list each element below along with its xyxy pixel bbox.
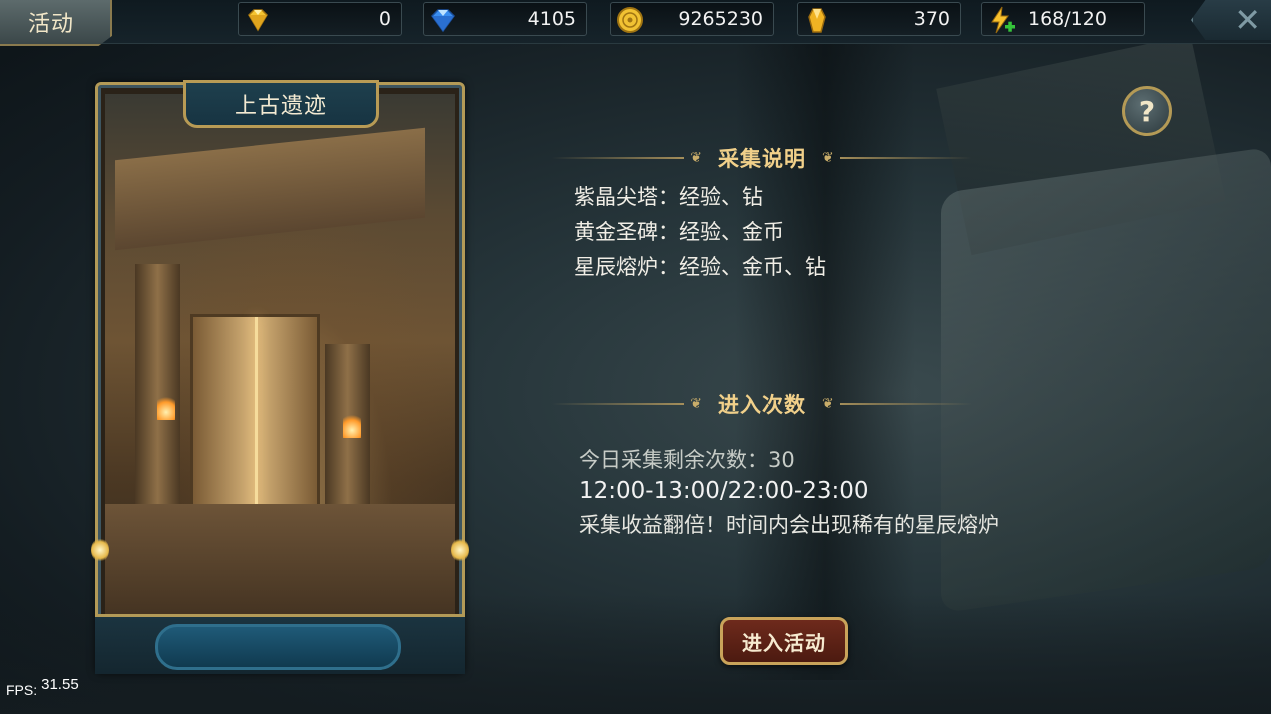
temple-roof-art [115, 127, 425, 251]
question-icon: ? [1138, 94, 1156, 128]
event-time: 12:00-13:00/22:00-23:00 [579, 478, 869, 504]
gold-crystal-icon [808, 8, 826, 33]
ornament-icon: ❦ [690, 396, 702, 412]
blue-diamond-icon [431, 9, 455, 33]
card-title: 上古遗迹 [234, 94, 327, 119]
background-stone-carving [941, 146, 1271, 614]
lightning-plus-icon [991, 6, 1015, 34]
temple-door-art [190, 314, 320, 514]
fps-value: 31.55 [41, 676, 79, 693]
resource-blue-diamond[interactable]: 4105 [423, 2, 587, 36]
resource-gold-gem[interactable]: 0 [238, 2, 402, 36]
gold-coin-icon [617, 7, 643, 33]
remaining-count: 今日采集剩余次数：30 [579, 448, 795, 472]
torch-icon [157, 394, 175, 420]
fps-counter: FPS: 31.55 [6, 676, 79, 699]
divider [552, 403, 685, 405]
collect-line: 星辰熔炉：经验、金币、钻 [574, 255, 826, 279]
activity-card[interactable]: 上古遗迹 [91, 80, 469, 674]
collect-line: 黄金圣碑：经验、金币 [574, 220, 784, 244]
collect-heading-text: 采集说明 [718, 147, 806, 171]
enter-activity-label: 进入活动 [742, 630, 826, 655]
help-button[interactable]: ? [1122, 86, 1172, 136]
entry-heading-text: 进入次数 [718, 393, 806, 417]
close-icon: ✕ [1234, 1, 1261, 39]
activity-tab-label: 活动 [27, 12, 74, 37]
card-footer-slot [155, 624, 401, 670]
fps-label: FPS: [6, 682, 38, 698]
divider [839, 157, 972, 159]
torch-icon [343, 412, 361, 438]
top-bar: 活动 0 4105 9265230 370 168/120 ✕ [0, 0, 1271, 46]
resource-stamina[interactable]: 168/120 [981, 2, 1145, 36]
activity-tab[interactable]: 活动 [0, 0, 112, 46]
yellow-diamond-icon [248, 9, 268, 32]
ornament-icon: ❦ [690, 150, 702, 166]
divider [839, 403, 972, 405]
divider [552, 157, 685, 159]
resource-crystal[interactable]: 370 [797, 2, 961, 36]
entry-section-heading: ❦ 进入次数 ❦ [552, 389, 972, 419]
background-pillar [735, 40, 915, 680]
ornament-icon: ❦ [822, 150, 834, 166]
event-note: 采集收益翻倍！时间内会出现稀有的星辰熔炉 [579, 513, 999, 537]
close-button[interactable]: ✕ [1191, 0, 1271, 40]
enter-activity-button[interactable]: 进入活动 [720, 617, 848, 665]
resource-value: 0 [378, 8, 391, 30]
card-title-banner: 上古遗迹 [183, 80, 379, 128]
resource-value: 4105 [527, 8, 576, 30]
resource-value: 370 [913, 8, 950, 30]
collect-line: 紫晶尖塔：经验、钻 [574, 185, 763, 209]
collect-section-heading: ❦ 采集说明 ❦ [552, 143, 972, 173]
ornament-icon: ❦ [822, 396, 834, 412]
resource-value: 168/120 [1028, 8, 1107, 30]
temple-pillar-art [135, 264, 180, 514]
resource-gold-coin[interactable]: 9265230 [610, 2, 774, 36]
card-artwork [105, 94, 455, 644]
resource-value: 9265230 [678, 8, 763, 30]
frame-gem-icon [451, 538, 469, 562]
frame-gem-icon [91, 538, 109, 562]
